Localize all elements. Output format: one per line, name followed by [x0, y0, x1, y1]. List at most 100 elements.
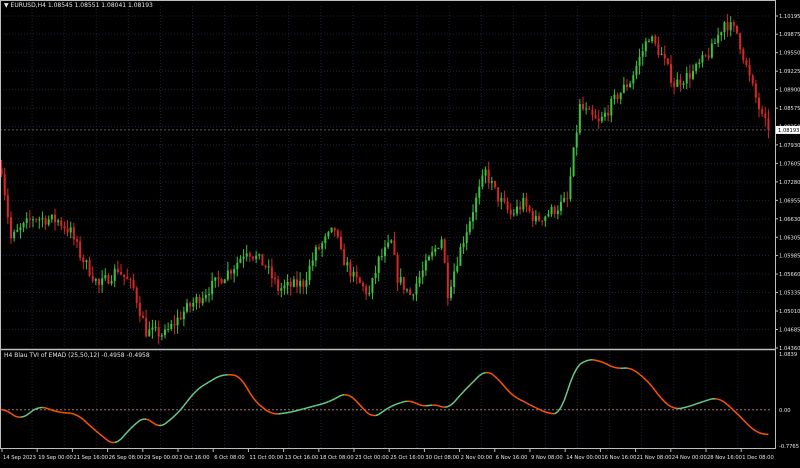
candle-body [736, 26, 738, 34]
dropdown-triangle-icon[interactable]: ▼ [4, 2, 9, 9]
indicator-line-segment [130, 426, 133, 429]
candle [670, 55, 672, 87]
candle-body [255, 256, 257, 259]
candle [591, 105, 593, 121]
candle [261, 254, 263, 265]
candle [211, 272, 213, 300]
candle [488, 162, 490, 189]
candle [541, 220, 543, 225]
candle [296, 271, 298, 293]
candle [450, 280, 452, 301]
candle-body [525, 198, 527, 206]
indicator-line-segment [750, 426, 753, 429]
candle [151, 320, 153, 339]
indicator-line-segment [680, 408, 683, 409]
candle-body [321, 243, 323, 249]
price-axis-label: 1.04685 [779, 328, 800, 334]
candle [745, 58, 747, 67]
indicator-line-segment [193, 391, 196, 394]
candle [419, 271, 421, 287]
candle [708, 48, 710, 61]
candle [651, 35, 653, 43]
indicator-line-segment [341, 395, 344, 396]
candle-body [560, 202, 562, 211]
candle [582, 97, 584, 111]
candle [752, 74, 754, 86]
candle-body [170, 324, 172, 329]
candle [180, 312, 182, 321]
candle-body [500, 198, 502, 201]
candle-body [7, 195, 9, 217]
candle-body [478, 187, 480, 198]
indicator-line-segment [580, 362, 583, 364]
candle [566, 191, 568, 207]
price-axis-label: 1.07280 [779, 180, 800, 186]
candle-body [654, 36, 656, 43]
indicator-line-segment [655, 391, 658, 395]
candle [324, 233, 326, 249]
candle-body [54, 215, 56, 222]
candle [346, 257, 348, 272]
candle-body [566, 198, 568, 199]
candle [437, 247, 439, 249]
indicator-line-segment [121, 436, 124, 440]
indicator-line-segment [240, 379, 243, 383]
candle-body [92, 276, 94, 281]
candle [365, 284, 367, 300]
price-axis-label: 1.09550 [779, 51, 800, 57]
candle [758, 93, 760, 118]
candle-body [450, 287, 452, 298]
candle-body [57, 220, 59, 222]
candle [349, 259, 351, 283]
price-axis-label: 1.07605 [779, 161, 800, 167]
candle [510, 203, 512, 219]
candle [727, 14, 729, 37]
candle-body [409, 290, 411, 295]
indicator-line-segment [58, 412, 61, 413]
indicator-line-segment [545, 412, 548, 413]
chart-canvas[interactable]: 1.101951.098751.095501.092251.089001.085… [0, 0, 800, 464]
candle [41, 211, 43, 227]
indicator-line-segment [357, 402, 360, 405]
candle-body [513, 213, 515, 214]
candle-body [45, 218, 47, 225]
indicator-line-segment [99, 433, 102, 436]
indicator-line-segment [338, 395, 341, 397]
candle [431, 246, 433, 261]
candle-body [375, 273, 377, 278]
candle [145, 310, 147, 338]
candle [535, 210, 537, 225]
indicator-line-segment [435, 405, 438, 406]
candle-body [661, 54, 663, 55]
candle-body [620, 93, 622, 99]
indicator-line-segment [200, 386, 203, 388]
candle [714, 38, 716, 44]
indicator-line-segment [636, 372, 639, 375]
candle-body [258, 254, 260, 256]
indicator-line-segment [156, 425, 159, 426]
indicator-line-segment [178, 409, 181, 412]
candle-body [403, 277, 405, 290]
indicator-line-segment [222, 375, 225, 376]
candle-body [19, 227, 21, 230]
candle-body [10, 217, 12, 238]
candle-body [173, 324, 175, 325]
candle-body [469, 221, 471, 232]
candle-body [720, 32, 722, 35]
indicator-line-segment [366, 412, 369, 414]
chart-window[interactable]: 1.101951.098751.095501.092251.089001.085… [0, 0, 800, 464]
candle [293, 276, 295, 287]
time-axis-label: 14 Nov 00:00 [566, 455, 601, 461]
candle [494, 181, 496, 190]
candle [54, 209, 56, 231]
indicator-line-segment [687, 406, 690, 407]
indicator-line-segment [586, 360, 589, 361]
candle [305, 272, 307, 294]
candle-body [507, 202, 509, 210]
candle-body [698, 63, 700, 64]
indicator-line-segment [247, 388, 250, 393]
candle [123, 274, 125, 285]
indicator-line-segment [743, 420, 746, 423]
indicator-line-segment [218, 376, 221, 377]
indicator-line-segment [253, 398, 256, 402]
